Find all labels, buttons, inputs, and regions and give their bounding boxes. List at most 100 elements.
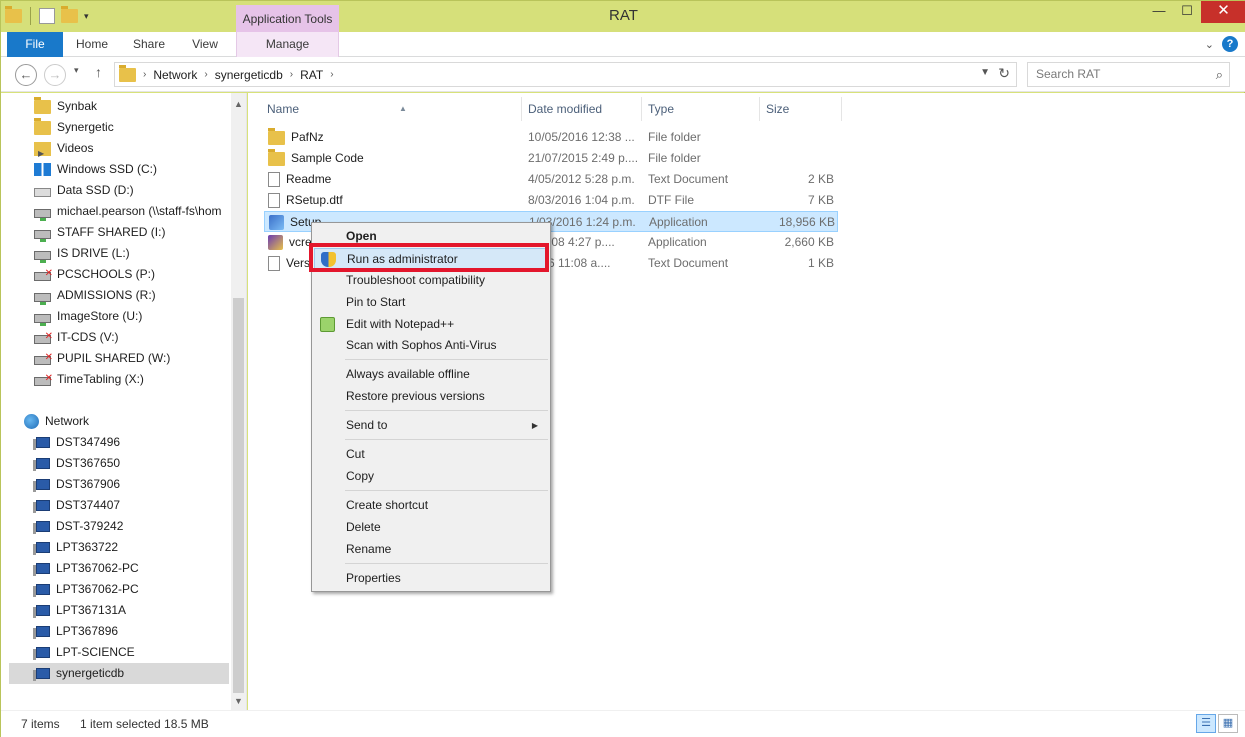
- nav-item[interactable]: ADMISSIONS (R:): [34, 285, 156, 306]
- nav-item[interactable]: PCSCHOOLS (P:): [34, 263, 155, 285]
- breadcrumb-separator[interactable]: ›: [143, 69, 146, 80]
- column-header-date[interactable]: Date modified: [522, 97, 642, 121]
- nav-computer[interactable]: LPT-SCIENCE: [33, 642, 135, 663]
- maximize-button[interactable]: ☐: [1173, 1, 1201, 23]
- scrollbar-thumb[interactable]: [233, 298, 244, 693]
- nav-item-label: LPT-SCIENCE: [56, 645, 135, 659]
- nav-computer[interactable]: DST367650: [33, 453, 120, 474]
- menu-item-restore-versions[interactable]: Restore previous versions: [314, 386, 548, 407]
- menu-item-cut[interactable]: Cut: [314, 444, 548, 465]
- close-button[interactable]: ✕: [1201, 1, 1245, 23]
- help-icon[interactable]: ?: [1222, 36, 1238, 52]
- menu-item-troubleshoot[interactable]: Troubleshoot compatibility: [314, 270, 548, 291]
- breadcrumb-separator[interactable]: ›: [290, 69, 293, 80]
- nav-computer[interactable]: DST-379242: [33, 516, 123, 537]
- nav-item-label: Network: [45, 414, 90, 428]
- nav-computer[interactable]: LPT367896: [33, 621, 118, 642]
- nav-item-label: synergeticdb: [56, 666, 125, 680]
- breadcrumb-separator[interactable]: ›: [330, 69, 333, 80]
- nav-computer[interactable]: LPT367131A: [33, 600, 126, 621]
- nav-item[interactable]: STAFF SHARED (I:): [34, 222, 165, 243]
- nav-computer[interactable]: LPT367062-PC: [33, 558, 139, 579]
- tab-view[interactable]: View: [183, 32, 227, 57]
- nav-item-network[interactable]: Network: [24, 411, 89, 432]
- folder-icon: [268, 148, 285, 166]
- nav-item-label: DST374407: [56, 498, 121, 512]
- column-header-size[interactable]: Size: [760, 97, 842, 121]
- file-row[interactable]: RSetup.dtf 8/03/2016 1:04 p.m. DTF File …: [264, 190, 838, 211]
- nav-computer[interactable]: DST374407: [33, 495, 121, 516]
- nav-item[interactable]: Videos: [34, 138, 93, 164]
- up-button[interactable]: ↑: [95, 64, 102, 80]
- file-row[interactable]: Readme 4/05/2012 5:28 p.m. Text Document…: [264, 169, 838, 190]
- nav-item[interactable]: Windows SSD (C:): [34, 159, 157, 180]
- menu-item-delete[interactable]: Delete: [314, 517, 548, 538]
- nav-scrollbar[interactable]: ▲ ▼: [231, 93, 246, 710]
- search-icon[interactable]: ⌕: [1216, 63, 1223, 86]
- nav-item[interactable]: Data SSD (D:): [34, 180, 134, 201]
- file-date: 4/05/2012 5:28 p.m.: [528, 172, 635, 186]
- address-bar[interactable]: › Network › synergeticdb › RAT › ▼ ↻: [114, 62, 1017, 87]
- nav-item[interactable]: Synergetic: [34, 117, 114, 138]
- computer-icon: [33, 605, 50, 618]
- nav-item[interactable]: IS DRIVE (L:): [34, 243, 130, 264]
- nav-computer-selected[interactable]: synergeticdb: [9, 663, 229, 684]
- nav-item-label: IS DRIVE (L:): [57, 246, 130, 260]
- column-header-type[interactable]: Type: [642, 97, 760, 121]
- breadcrumb-network[interactable]: Network: [153, 68, 197, 82]
- menu-item-edit-notepadpp[interactable]: Edit with Notepad++: [314, 314, 548, 335]
- nav-computer[interactable]: LPT363722: [33, 537, 118, 558]
- menu-item-pin-to-start[interactable]: Pin to Start: [314, 292, 548, 313]
- nav-item[interactable]: michael.pearson (\\staff-fs\hom: [34, 201, 222, 222]
- nav-computer[interactable]: LPT367062-PC: [33, 579, 139, 600]
- refresh-icon[interactable]: ↻: [998, 65, 1010, 82]
- minimize-button[interactable]: —: [1145, 1, 1173, 23]
- file-row[interactable]: Sample Code 21/07/2015 2:49 p.... File f…: [264, 148, 838, 169]
- menu-item-create-shortcut[interactable]: Create shortcut: [314, 495, 548, 516]
- expand-ribbon-icon[interactable]: ⌄: [1205, 38, 1214, 51]
- column-header-name[interactable]: Name ▲: [261, 97, 522, 121]
- large-icons-view-icon[interactable]: ▦: [1218, 714, 1238, 733]
- notepad-plus-plus-icon: [320, 317, 335, 332]
- tab-manage[interactable]: Manage: [236, 32, 339, 57]
- breadcrumb-synergeticdb[interactable]: synergeticdb: [215, 68, 283, 82]
- nav-computer[interactable]: DST347496: [33, 432, 120, 453]
- menu-item-rename[interactable]: Rename: [314, 539, 548, 560]
- back-button[interactable]: ←: [15, 64, 37, 86]
- menu-item-properties[interactable]: Properties: [314, 568, 548, 589]
- videos-icon: [34, 141, 51, 164]
- scroll-up-icon[interactable]: ▲: [231, 99, 246, 109]
- breadcrumb-separator[interactable]: ›: [204, 69, 207, 80]
- menu-item-copy[interactable]: Copy: [314, 466, 548, 487]
- menu-item-always-offline[interactable]: Always available offline: [314, 364, 548, 385]
- menu-separator: [345, 563, 548, 564]
- nav-item[interactable]: TimeTabling (X:): [34, 368, 144, 390]
- address-dropdown-icon[interactable]: ▼: [980, 67, 990, 78]
- nav-item[interactable]: ImageStore (U:): [34, 306, 142, 327]
- file-type: File folder: [648, 130, 701, 144]
- nav-item[interactable]: Synbak: [34, 96, 97, 117]
- nav-item-label: Windows SSD (C:): [57, 162, 158, 176]
- file-size: 18,956 KB: [778, 215, 835, 229]
- nav-item[interactable]: IT-CDS (V:): [34, 326, 119, 348]
- file-row[interactable]: PafNz 10/05/2016 12:38 ... File folder: [264, 127, 838, 148]
- ribbon-tabs: File Home Share View Manage ⌄ ?: [1, 32, 1245, 57]
- breadcrumb-rat[interactable]: RAT: [300, 68, 323, 82]
- network-drive-icon: [34, 229, 51, 242]
- menu-item-send-to[interactable]: Send to ▶: [314, 415, 548, 436]
- scroll-down-icon[interactable]: ▼: [231, 696, 246, 706]
- search-input[interactable]: Search RAT ⌕: [1027, 62, 1230, 87]
- details-view-icon[interactable]: ☰: [1196, 714, 1216, 733]
- tab-home[interactable]: Home: [69, 32, 115, 57]
- tab-file[interactable]: File: [7, 32, 63, 57]
- tab-share[interactable]: Share: [125, 32, 173, 57]
- nav-item-label: LPT367062-PC: [56, 582, 139, 596]
- nav-item[interactable]: PUPIL SHARED (W:): [34, 347, 170, 369]
- computer-icon: [33, 521, 50, 534]
- recent-locations-icon[interactable]: ▾: [74, 65, 79, 76]
- computer-icon: [33, 647, 50, 660]
- network-drive-icon: [34, 292, 51, 305]
- nav-computer[interactable]: DST367906: [33, 474, 120, 495]
- forward-button[interactable]: →: [44, 64, 66, 86]
- menu-item-sophos-scan[interactable]: Scan with Sophos Anti-Virus: [314, 335, 548, 356]
